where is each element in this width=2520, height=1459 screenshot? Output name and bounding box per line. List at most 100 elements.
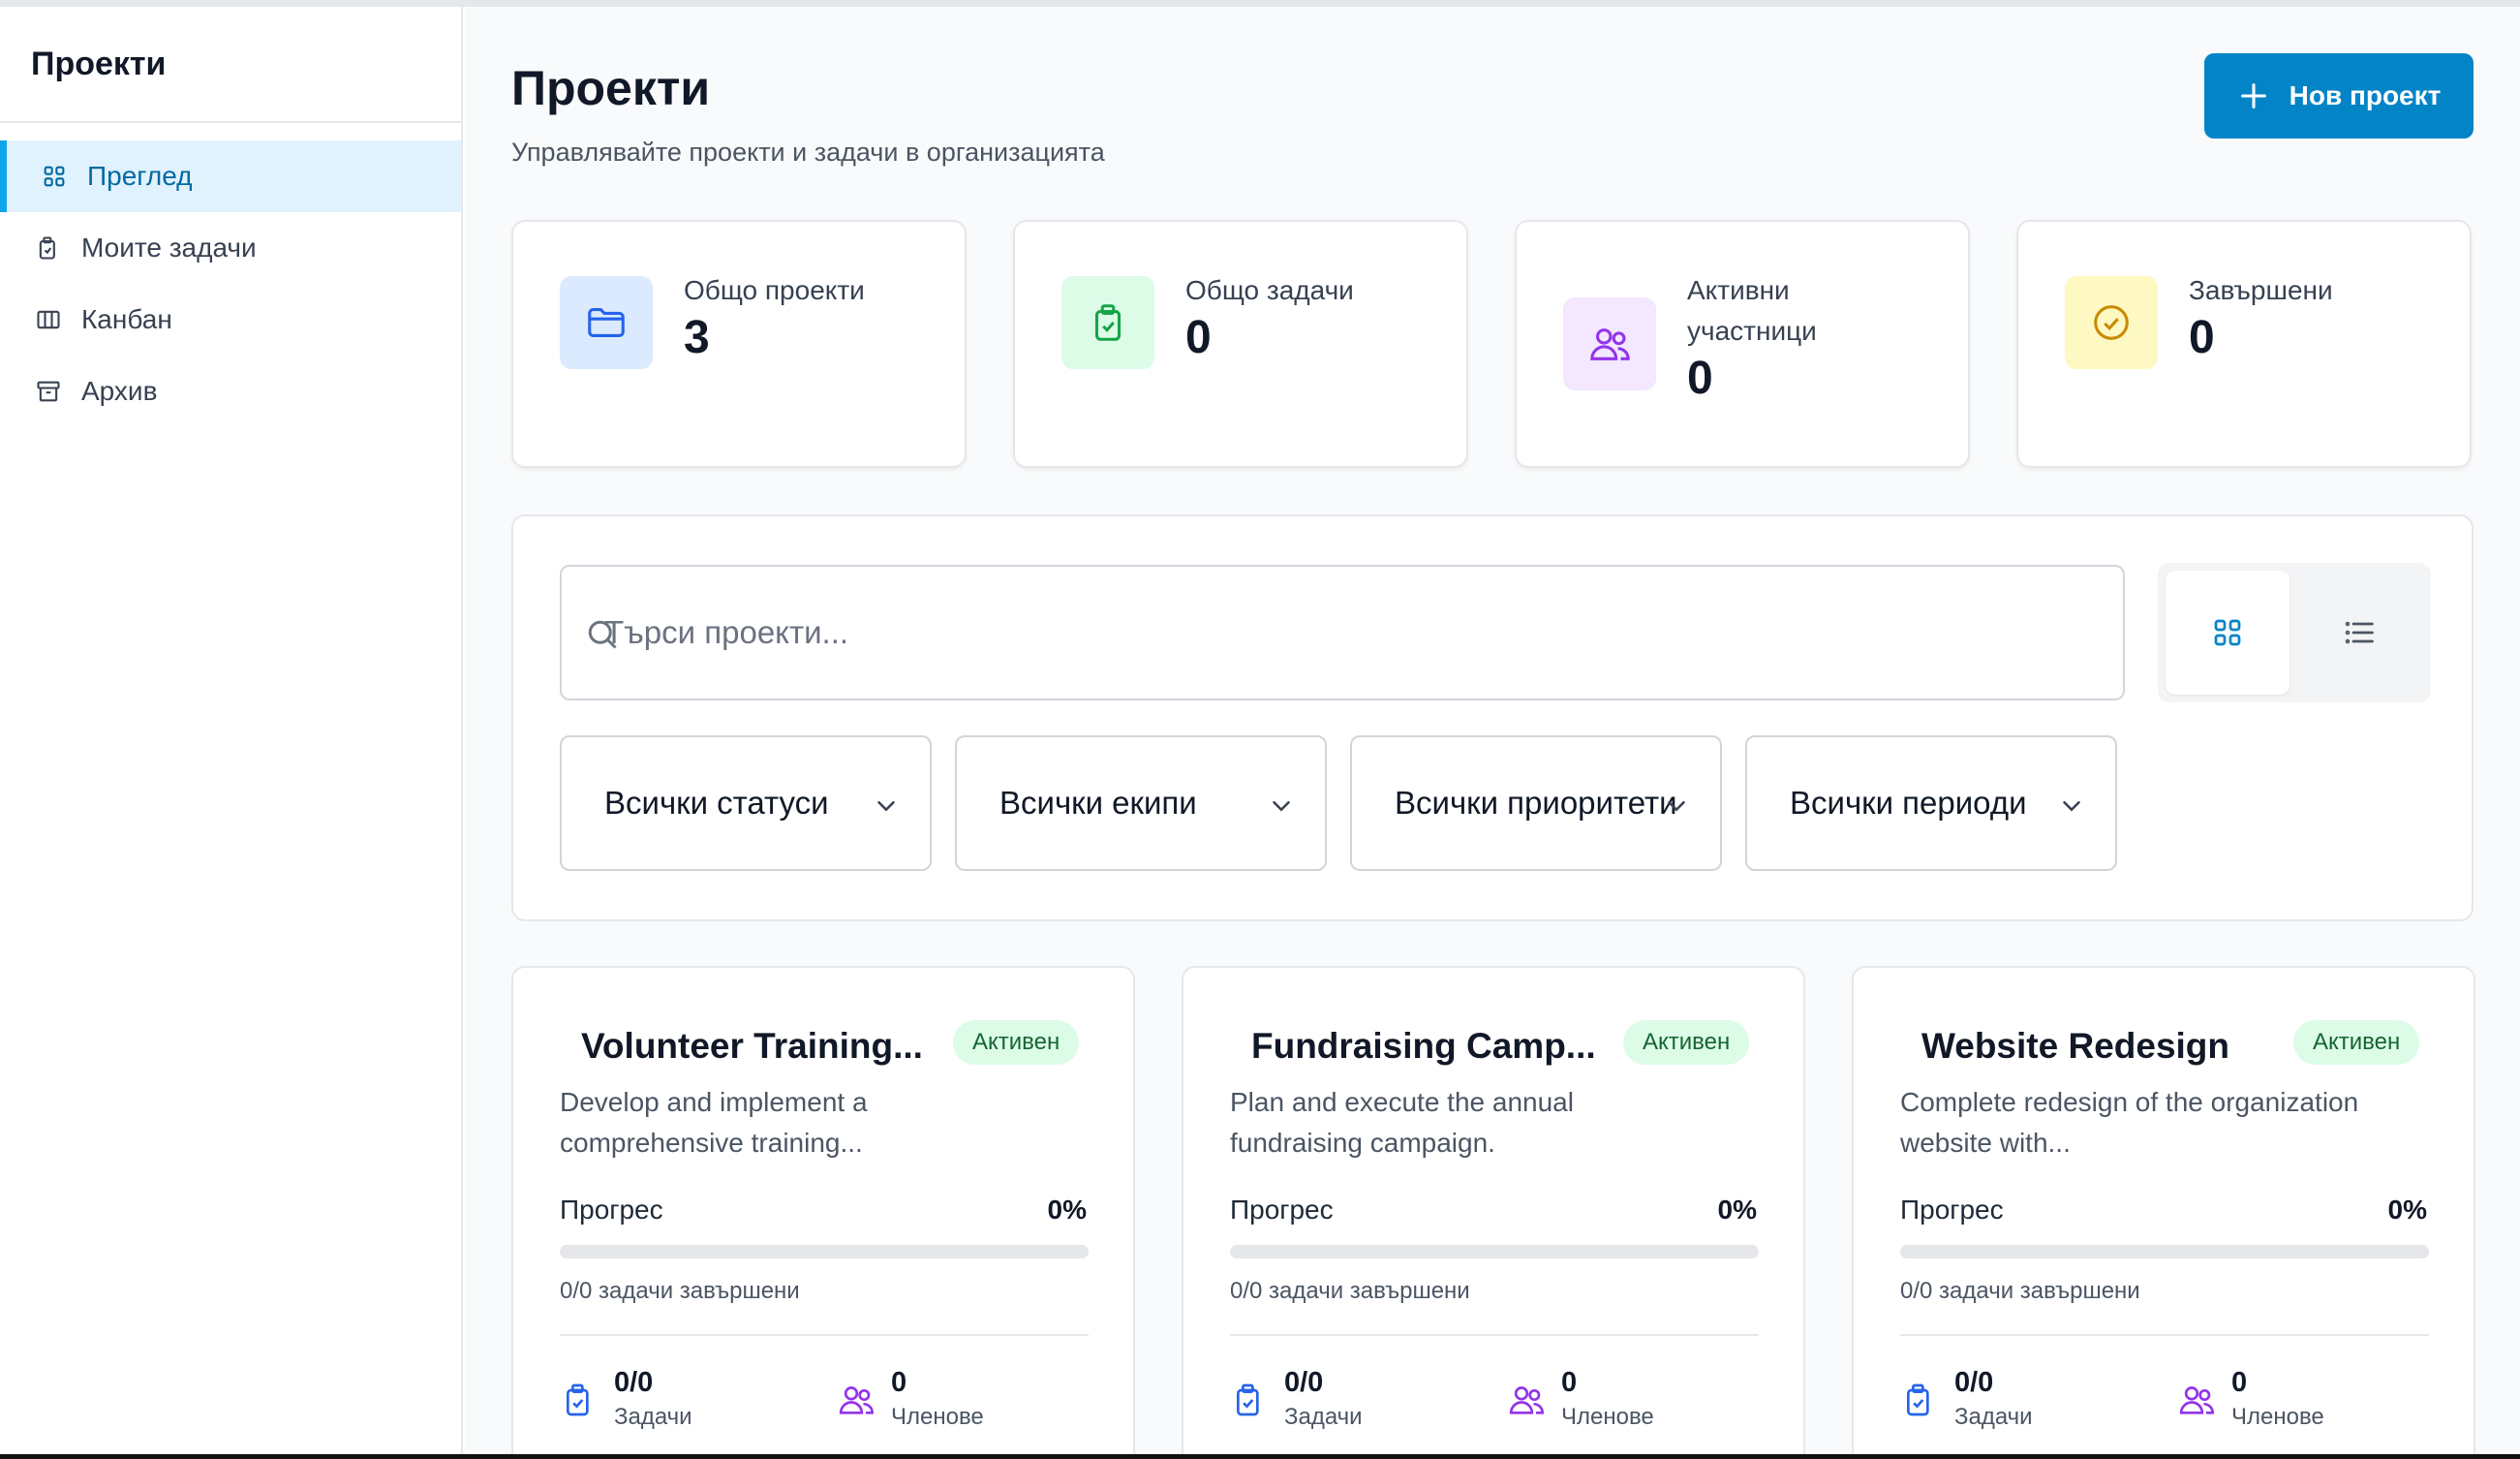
progress-value: 0%	[1717, 1195, 1757, 1225]
chevron-down-icon	[1668, 801, 1685, 812]
progress-value: 0%	[1047, 1195, 1087, 1225]
divider	[1900, 1334, 2429, 1336]
clipboard-icon	[35, 234, 62, 262]
members-meta: 0 Членове	[837, 1365, 984, 1435]
plus-icon	[2240, 83, 2266, 109]
priority-filter-select[interactable]: Всички приоритети	[1350, 735, 1722, 871]
project-description: Complete redesign of the organization we…	[1900, 1087, 2359, 1158]
members-label: Членове	[1561, 1404, 1654, 1430]
divider	[1230, 1334, 1759, 1336]
stat-label: Общо проекти	[684, 275, 865, 305]
search-box[interactable]	[560, 565, 2125, 700]
check-circle-icon	[2065, 276, 2158, 369]
project-description: Plan and execute the annual fundraising …	[1230, 1087, 1574, 1158]
status-filter-select[interactable]: Всички статуси	[560, 735, 932, 871]
sidebar-item-my-tasks[interactable]: Моите задачи	[0, 212, 461, 284]
view-mode-toggle	[2158, 563, 2431, 702]
tasks-completed-text: 0/0 задачи завършени	[1900, 1278, 2140, 1304]
tasks-completed-text: 0/0 задачи завършени	[1230, 1278, 1470, 1304]
columns-icon	[35, 306, 62, 333]
grid-view-button[interactable]	[2166, 571, 2290, 695]
status-badge: Активен	[2293, 1020, 2420, 1065]
sidebar: Проекти Преглед Моите задачи Канбан Архи…	[0, 7, 463, 1454]
stat-value: 0	[2189, 312, 2215, 363]
search-input[interactable]	[604, 567, 2115, 698]
members-count: 0	[2231, 1367, 2248, 1398]
stat-card-total-tasks: Общо задачи 0	[1013, 220, 1468, 468]
project-title: Website Redesign	[1921, 1026, 2230, 1066]
project-description: Develop and implement a comprehensive tr…	[560, 1087, 868, 1158]
sidebar-item-overview[interactable]: Преглед	[0, 140, 461, 212]
status-badge: Активен	[953, 1020, 1080, 1065]
page-title: Проекти	[511, 61, 711, 115]
team-filter-select[interactable]: Всички екипи	[955, 735, 1327, 871]
list-view-button[interactable]	[2297, 571, 2421, 695]
tasks-meta: 0/0 Задачи	[560, 1365, 692, 1435]
stat-card-total-projects: Общо проекти 3	[511, 220, 967, 468]
sidebar-item-label: Архив	[81, 376, 158, 406]
sidebar-item-label: Моите задачи	[81, 233, 257, 263]
list-icon	[2345, 621, 2374, 644]
new-project-label: Нов проект	[2289, 80, 2442, 110]
stat-value: 3	[684, 312, 710, 363]
progress-bar	[1900, 1245, 2429, 1258]
stat-value: 0	[1185, 312, 1212, 363]
select-value: Всички статуси	[604, 785, 829, 821]
tasks-count: 0/0	[1954, 1367, 1994, 1398]
tasks-label: Задачи	[614, 1404, 692, 1430]
period-filter-select[interactable]: Всички периоди	[1745, 735, 2117, 871]
tasks-label: Задачи	[1954, 1404, 2033, 1430]
grid-icon	[41, 163, 68, 190]
select-value: Всички екипи	[999, 785, 1197, 821]
project-title: Fundraising Camp...	[1251, 1026, 1596, 1066]
sidebar-nav: Преглед Моите задачи Канбан Архив	[0, 140, 461, 427]
tasks-label: Задачи	[1284, 1404, 1363, 1430]
members-label: Членове	[2231, 1404, 2324, 1430]
status-badge: Активен	[1623, 1020, 1750, 1065]
members-meta: 0 Членове	[2177, 1365, 2324, 1435]
folder-icon	[560, 276, 653, 369]
tasks-completed-text: 0/0 задачи завършени	[560, 1278, 800, 1304]
filter-panel: Всички статуси Всички екипи Всички приор…	[511, 514, 2474, 921]
sidebar-item-archive[interactable]: Архив	[0, 356, 461, 427]
members-count: 0	[1561, 1367, 1578, 1398]
users-icon	[1563, 297, 1656, 390]
members-count: 0	[891, 1367, 907, 1398]
page-subtitle: Управлявайте проекти и задачи в организа…	[511, 138, 1105, 167]
tasks-count: 0/0	[614, 1367, 654, 1398]
users-icon	[2179, 1386, 2215, 1414]
progress-label: Прогрес	[560, 1195, 663, 1225]
clipboard-check-icon	[1907, 1383, 1929, 1416]
window-top-border	[0, 0, 2520, 7]
members-meta: 0 Членове	[1507, 1365, 1654, 1435]
users-icon	[1509, 1386, 1545, 1414]
stat-card-completed: Завършени 0	[2016, 220, 2472, 468]
tasks-count: 0/0	[1284, 1367, 1324, 1398]
window-bottom-border	[0, 1454, 2520, 1459]
clipboard-check-icon	[1061, 276, 1154, 369]
users-icon	[839, 1386, 875, 1414]
stat-label: Завършени	[2189, 275, 2333, 305]
project-card[interactable]: Volunteer Training... Активен Develop an…	[511, 966, 1135, 1454]
progress-label: Прогрес	[1230, 1195, 1334, 1225]
select-value: Всички периоди	[1790, 785, 2027, 821]
project-card[interactable]: Fundraising Camp... Активен Plan and exe…	[1182, 966, 1805, 1454]
progress-bar	[1230, 1245, 1759, 1258]
main-content: Проекти Управлявайте проекти и задачи в …	[465, 7, 2520, 1454]
sidebar-item-kanban[interactable]: Канбан	[0, 284, 461, 356]
grid-icon	[2214, 619, 2241, 646]
project-card[interactable]: Website Redesign Активен Complete redesi…	[1852, 966, 2475, 1454]
new-project-button[interactable]: Нов проект	[2204, 53, 2474, 139]
chevron-down-icon	[877, 801, 895, 812]
members-label: Членове	[891, 1404, 984, 1430]
project-title: Volunteer Training...	[581, 1026, 923, 1066]
tasks-meta: 0/0 Задачи	[1900, 1365, 2033, 1435]
progress-value: 0%	[2387, 1195, 2427, 1225]
stat-label: Активни участници	[1687, 275, 1817, 346]
progress-bar	[560, 1245, 1089, 1258]
chevron-down-icon	[1273, 801, 1290, 812]
sidebar-item-label: Канбан	[81, 304, 172, 334]
tasks-meta: 0/0 Задачи	[1230, 1365, 1363, 1435]
stat-card-active-members: Активни участници 0	[1515, 220, 1970, 468]
chevron-down-icon	[2063, 801, 2080, 812]
